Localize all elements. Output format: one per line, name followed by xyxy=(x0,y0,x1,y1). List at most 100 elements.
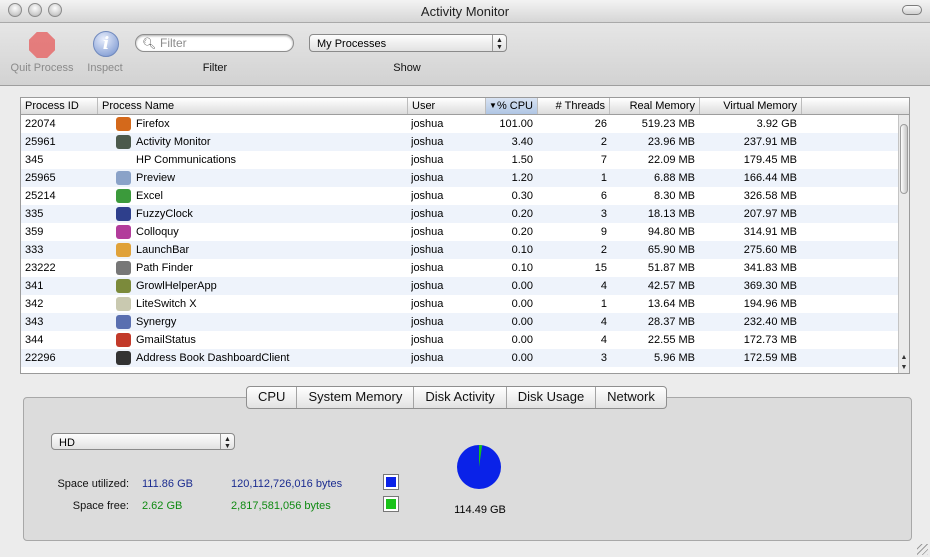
scroll-up-arrow-icon[interactable]: ▲ xyxy=(899,354,909,361)
gmailstatus-icon xyxy=(116,333,131,347)
cell-real-memory: 22.09 MB xyxy=(647,154,695,166)
table-row[interactable]: 335 FuzzyClock joshua 0.20 3 18.13 MB 207.97 M… xyxy=(21,205,898,223)
table-row[interactable]: 359 Colloquy joshua 0.20 9 94.80 MB 314.91 MB xyxy=(21,223,898,241)
cell-cpu: 0.00 xyxy=(511,352,533,364)
cell-process-name: Activity Monitor xyxy=(136,136,211,148)
cell-real-memory: 18.13 MB xyxy=(647,208,695,220)
cell-threads: 15 xyxy=(594,262,607,274)
cell-cpu: 0.10 xyxy=(511,244,533,256)
cell-user: joshua xyxy=(411,298,444,310)
cell-pid: 23222 xyxy=(25,262,56,274)
table-row[interactable]: 344 GmailStatus joshua 0.00 4 22.55 MB 172.73 … xyxy=(21,331,898,349)
cell-virtual-memory: 179.45 MB xyxy=(743,154,797,166)
cell-process-name: Path Finder xyxy=(136,262,193,274)
cell-real-memory: 42.57 MB xyxy=(647,280,695,292)
search-icon: 🔍︎ xyxy=(142,38,156,50)
table-row[interactable]: 345 HP Communications joshua 1.50 7 22.09 MB 1… xyxy=(21,151,898,169)
table-row[interactable]: 23222 Path Finder joshua 0.10 15 51.87 MB 341.… xyxy=(21,259,898,277)
table-row[interactable]: 22296 Address Book DashboardClient joshua 0… xyxy=(21,349,898,367)
disk-volume-select[interactable]: HD ▲ ▼ xyxy=(51,433,235,450)
inspect-label[interactable]: Inspect xyxy=(80,62,130,74)
tab-disk-usage[interactable]: Disk Usage xyxy=(507,387,597,408)
resize-grip[interactable] xyxy=(917,544,928,555)
table-row[interactable]: 342 LiteSwitch X joshua 0.00 1 13.64 MB 194.96… xyxy=(21,295,898,313)
tab-disk-activity[interactable]: Disk Activity xyxy=(414,387,507,408)
cell-threads: 4 xyxy=(600,316,607,328)
toolbar-toggle-button[interactable] xyxy=(902,5,922,15)
tab-system-memory[interactable]: System Memory xyxy=(297,387,415,408)
cell-process-name: Preview xyxy=(136,172,176,184)
growl-icon xyxy=(116,279,131,293)
space-free-gb: 2.62 GB xyxy=(142,500,183,512)
sort-descending-icon: ▼ xyxy=(489,101,497,110)
column-header-pid[interactable]: Process ID xyxy=(21,98,98,114)
cell-process-name: Colloquy xyxy=(136,226,179,238)
cell-cpu: 0.20 xyxy=(511,226,533,238)
scroll-thumb[interactable] xyxy=(900,124,908,194)
table-row[interactable]: 333 LaunchBar joshua 0.10 2 65.90 MB 275.60 MB xyxy=(21,241,898,259)
filter-input[interactable] xyxy=(160,36,288,50)
vertical-scrollbar[interactable]: ▲ ▼ xyxy=(898,115,909,373)
column-header-threads[interactable]: # Threads xyxy=(538,98,610,114)
popup-arrows-icon: ▲ ▼ xyxy=(220,434,234,450)
cell-cpu: 1.50 xyxy=(511,154,533,166)
popup-arrows-icon: ▲ ▼ xyxy=(492,35,506,51)
column-header-virtual-memory[interactable]: Virtual Memory xyxy=(700,98,802,114)
cell-process-name: FuzzyClock xyxy=(136,208,193,220)
table-row[interactable]: 341 GrowlHelperApp joshua 0.00 4 42.57 MB 369.… xyxy=(21,277,898,295)
column-header-user[interactable]: User xyxy=(408,98,486,114)
column-header-cpu-label: % CPU xyxy=(496,100,533,112)
cell-threads: 9 xyxy=(600,226,607,238)
column-header-real-memory[interactable]: Real Memory xyxy=(610,98,700,114)
cell-process-name: GrowlHelperApp xyxy=(136,280,217,292)
cell-real-memory: 23.96 MB xyxy=(647,136,695,148)
cell-user: joshua xyxy=(411,244,444,256)
column-header-name[interactable]: Process Name xyxy=(98,98,408,114)
cell-cpu: 0.00 xyxy=(511,298,533,310)
scroll-down-arrow-icon[interactable]: ▼ xyxy=(899,364,909,371)
cell-user: joshua xyxy=(411,352,444,364)
cell-threads: 2 xyxy=(600,136,607,148)
cell-pid: 22074 xyxy=(25,118,56,130)
cell-user: joshua xyxy=(411,334,444,346)
cell-real-memory: 51.87 MB xyxy=(647,262,695,274)
cell-user: joshua xyxy=(411,262,444,274)
process-table: Process ID Process Name User ▼ % CPU # T… xyxy=(20,97,910,374)
path-finder-icon xyxy=(116,261,131,275)
table-row[interactable]: 25965 Preview joshua 1.20 1 6.88 MB 166.44 MB xyxy=(21,169,898,187)
space-utilized-swatch xyxy=(383,474,399,490)
cell-user: joshua xyxy=(411,226,444,238)
tab-network[interactable]: Network xyxy=(596,387,666,408)
space-free-label: Space free: xyxy=(72,500,129,512)
quit-process-icon[interactable] xyxy=(29,32,55,58)
column-header-cpu[interactable]: ▼ % CPU xyxy=(486,98,538,114)
cell-pid: 345 xyxy=(25,154,44,166)
cell-process-name: GmailStatus xyxy=(136,334,196,346)
cell-user: joshua xyxy=(411,154,444,166)
table-row[interactable]: 25961 Activity Monitor joshua 3.40 2 23.96 MB… xyxy=(21,133,898,151)
cell-cpu: 0.30 xyxy=(511,190,533,202)
show-processes-select[interactable]: My Processes ▲ ▼ xyxy=(309,34,507,52)
cell-virtual-memory: 314.91 MB xyxy=(743,226,797,238)
dashboard-icon xyxy=(116,351,131,365)
show-label: Show xyxy=(393,62,421,74)
cell-user: joshua xyxy=(411,280,444,292)
table-row[interactable]: 25214 Excel joshua 0.30 6 8.30 MB 326.58 MB xyxy=(21,187,898,205)
cell-real-memory: 65.90 MB xyxy=(647,244,695,256)
space-free-swatch xyxy=(383,496,399,512)
tab-cpu[interactable]: CPU xyxy=(247,387,298,408)
quit-process-label[interactable]: Quit Process xyxy=(4,62,80,74)
cell-process-name: Excel xyxy=(136,190,163,202)
inspect-icon[interactable]: i xyxy=(93,31,119,57)
cell-process-name: LiteSwitch X xyxy=(136,298,197,310)
cell-user: joshua xyxy=(411,316,444,328)
table-row[interactable]: 22074 Firefox joshua 101.00 26 519.23 MB 3.92 … xyxy=(21,115,898,133)
table-row[interactable]: 343 Synergy joshua 0.00 4 28.37 MB 232.40 MB xyxy=(21,313,898,331)
cell-process-name: Address Book DashboardClient xyxy=(136,352,290,364)
cell-pid: 341 xyxy=(25,280,44,292)
cell-pid: 22296 xyxy=(25,352,56,364)
filter-field[interactable]: 🔍︎ xyxy=(135,34,294,52)
cell-process-name: Firefox xyxy=(136,118,170,130)
cell-real-memory: 13.64 MB xyxy=(647,298,695,310)
cell-pid: 342 xyxy=(25,298,44,310)
